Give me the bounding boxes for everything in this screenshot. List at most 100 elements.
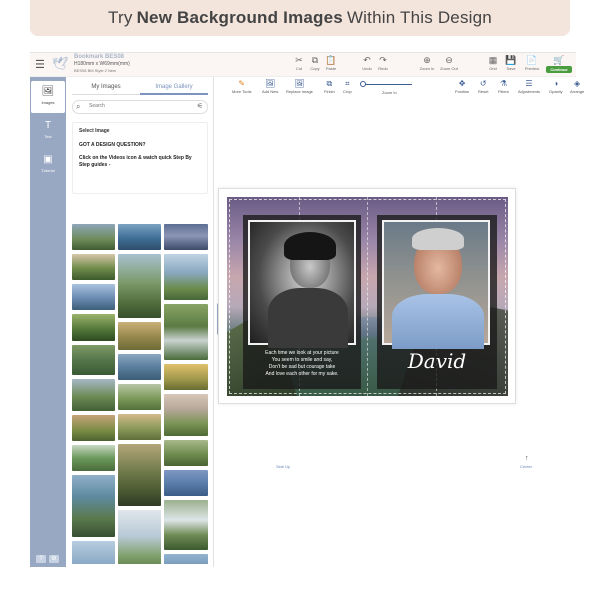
sliders-icon: ☰ xyxy=(525,79,533,88)
continue-button[interactable]: 🛒 Continue xyxy=(546,55,572,73)
opacity-button[interactable]: ◑ Opacity xyxy=(549,79,563,94)
image-gallery-grid xyxy=(72,224,208,564)
text-icon: T xyxy=(44,120,52,131)
save-button[interactable]: 💾 Save xyxy=(500,55,522,71)
top-bar: ☰ 🕊 Bookmark BES08 H180mm x W69mm(mm) BE… xyxy=(30,53,576,77)
gallery-thumbnail[interactable] xyxy=(118,254,161,318)
background-image[interactable]: Each time we look at your picture You se… xyxy=(227,197,508,396)
add-image-icon: 🖼 xyxy=(265,79,276,88)
position-button[interactable]: ✥ Position xyxy=(455,79,469,94)
search-icon: ⌕ xyxy=(76,102,81,111)
center-label: Center xyxy=(520,464,533,469)
design-canvas[interactable]: Each time we look at your picture You se… xyxy=(218,188,516,404)
gallery-thumbnail[interactable] xyxy=(164,554,208,564)
gallery-thumbnail[interactable] xyxy=(164,500,208,550)
adjustments-button[interactable]: ☰ Adjustments xyxy=(518,79,540,94)
help-icon[interactable]: ? xyxy=(36,555,46,563)
gallery-thumbnail[interactable] xyxy=(118,322,161,350)
zoom-slider-track[interactable] xyxy=(362,84,412,85)
gallery-thumbnail[interactable] xyxy=(72,379,115,411)
gallery-thumbnail[interactable] xyxy=(118,414,161,440)
arrange-button[interactable]: ◈ Arrange xyxy=(570,79,584,94)
rail-text[interactable]: T Text xyxy=(31,115,65,147)
banner-prefix: Try xyxy=(108,8,133,27)
preview-icon: 📄 xyxy=(526,55,538,65)
document-size: H180mm x W69mm(mm) xyxy=(74,61,130,67)
gallery-thumbnail[interactable] xyxy=(72,475,115,537)
layers-icon: ◈ xyxy=(574,79,581,88)
memorial-verse[interactable]: Each time we look at your picture You se… xyxy=(247,350,357,378)
gallery-thumbnail[interactable] xyxy=(72,541,115,564)
paste-icon: 📋 xyxy=(325,55,337,65)
filters-button[interactable]: ⚗ Filters xyxy=(498,79,509,94)
move-icon: ✥ xyxy=(458,79,466,88)
promo-banner: Try New Background Images Within This De… xyxy=(30,0,570,36)
zoom-slider-label: Zoom In xyxy=(382,90,397,95)
design-question: GOT A DESIGN QUESTION? xyxy=(79,142,146,148)
gallery-thumbnail[interactable] xyxy=(164,470,208,496)
finish-button[interactable]: ⧉ Finish xyxy=(324,79,335,94)
gallery-thumbnail[interactable] xyxy=(72,314,115,341)
video-icon: ▣ xyxy=(43,154,53,165)
gallery-thumbnail[interactable] xyxy=(72,284,115,310)
paste-button[interactable]: 📋 Paste xyxy=(320,55,342,71)
menu-icon[interactable]: ☰ xyxy=(35,58,45,71)
tab-image-gallery[interactable]: Image Gallery xyxy=(140,83,208,95)
rail-footer: ? ⚙ xyxy=(36,555,59,563)
panel-tabs: My Images Image Gallery xyxy=(72,83,208,95)
gallery-thumbnail[interactable] xyxy=(118,444,161,506)
cart-icon: 🛒 xyxy=(553,55,565,65)
memorial-name[interactable]: David xyxy=(383,349,491,373)
gallery-thumbnail[interactable] xyxy=(118,224,161,250)
young-portrait-photo[interactable] xyxy=(248,220,356,348)
gallery-thumbnail[interactable] xyxy=(164,440,208,466)
redo-button[interactable]: ↷ Redo xyxy=(372,55,394,71)
zoom-out-icon: ⊖ xyxy=(445,55,453,65)
search-input[interactable] xyxy=(89,103,185,109)
reset-button[interactable]: ↺ Reset xyxy=(478,79,488,94)
left-rail: 🖼 Images T Text ▣ Tutorial ? ⚙ xyxy=(30,77,66,567)
gallery-thumbnail[interactable] xyxy=(118,510,161,564)
add-new-button[interactable]: 🖼 Add New xyxy=(262,79,278,94)
filters-icon: ⚗ xyxy=(499,79,508,88)
replace-image-icon: 🖼 xyxy=(294,79,305,88)
logo-icon: 🕊 xyxy=(52,56,69,71)
select-image-label: Select Image xyxy=(79,128,110,134)
replace-image-button[interactable]: 🖼 Replace Image xyxy=(286,79,313,94)
gallery-thumbnail[interactable] xyxy=(164,394,208,436)
gallery-thumbnail[interactable] xyxy=(72,345,115,375)
image-panel: My Images Image Gallery ⌕ ⚟ Select Image… xyxy=(66,77,214,567)
gallery-thumbnail[interactable] xyxy=(72,415,115,441)
preview-button[interactable]: 📄 Preview xyxy=(521,55,543,71)
filter-icon[interactable]: ⚟ xyxy=(197,102,203,110)
gallery-thumbnail[interactable] xyxy=(72,224,115,250)
older-portrait-photo[interactable] xyxy=(382,220,490,349)
zoom-out-button[interactable]: ⊖ Zoom Out xyxy=(438,55,460,71)
more-tools-button[interactable]: ✎ More Tools xyxy=(232,79,252,94)
images-icon: 🖼 xyxy=(41,86,55,97)
help-text: Click on the Videos icon & watch quick S… xyxy=(79,155,192,168)
info-box: Select Image GOT A DESIGN QUESTION? Clic… xyxy=(72,122,208,194)
gallery-thumbnail[interactable] xyxy=(72,254,115,280)
search-box: ⌕ ⚟ xyxy=(72,100,208,114)
banner-suffix: Within This Design xyxy=(346,8,492,27)
settings-icon[interactable]: ⚙ xyxy=(49,555,59,563)
crop-icon: ⌗ xyxy=(345,79,350,88)
gallery-thumbnail[interactable] xyxy=(164,304,208,360)
edit-icon: ✎ xyxy=(238,79,246,88)
gallery-thumbnail[interactable] xyxy=(72,445,115,471)
opacity-icon: ◑ xyxy=(553,79,559,88)
gallery-thumbnail[interactable] xyxy=(118,354,161,380)
rail-images[interactable]: 🖼 Images xyxy=(31,81,65,113)
crop-button[interactable]: ⌗ Crop xyxy=(343,79,352,94)
zoom-in-button[interactable]: ⊕ Zoom In xyxy=(416,55,438,71)
gallery-thumbnail[interactable] xyxy=(164,364,208,390)
gallery-thumbnail[interactable] xyxy=(164,224,208,250)
tab-my-images[interactable]: My Images xyxy=(72,83,140,95)
gallery-thumbnail[interactable] xyxy=(164,254,208,300)
zoom-slider-handle[interactable] xyxy=(360,81,366,87)
gallery-thumbnail[interactable] xyxy=(118,384,161,410)
rail-tutorial[interactable]: ▣ Tutorial xyxy=(31,149,65,181)
image-edit-toolbar: ✎ More Tools 🖼 Add New 🖼 Replace Image ⧉ Fin… xyxy=(228,77,584,99)
finish-icon: ⧉ xyxy=(326,79,333,88)
